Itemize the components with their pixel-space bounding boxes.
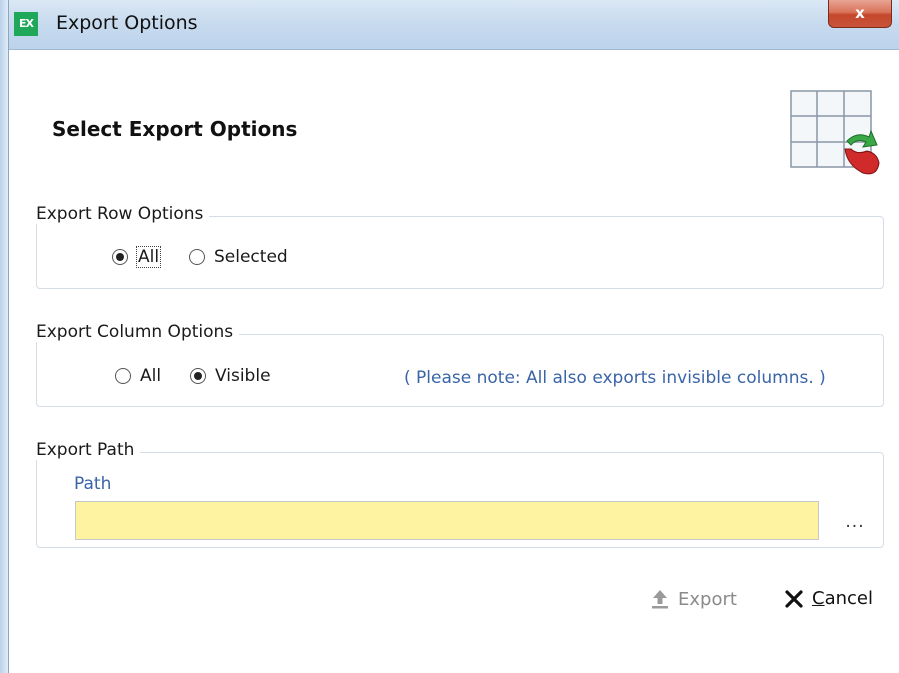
column-option-all-label: All [140, 366, 162, 386]
window-title: Export Options [56, 12, 198, 34]
title-bar[interactable]: EX Export Options x [0, 0, 899, 50]
column-options-title: Export Column Options [36, 322, 240, 342]
page-title: Select Export Options [52, 117, 298, 141]
browse-button[interactable]: ... [840, 512, 870, 536]
cancel-button[interactable]: Cancel [784, 588, 873, 609]
radio-selected-rows[interactable] [189, 249, 205, 265]
export-options-dialog: EX Export Options x Select Export Option… [0, 0, 899, 673]
row-options-group [36, 216, 884, 289]
path-input[interactable] [75, 501, 819, 540]
radio-all-columns[interactable] [115, 368, 131, 384]
cancel-button-label: Cancel [812, 588, 873, 609]
path-label: Path [74, 474, 112, 494]
row-option-selected[interactable]: Selected [189, 247, 288, 267]
row-option-all-label: All [135, 246, 162, 268]
close-icon: x [855, 4, 865, 22]
window-border [0, 0, 9, 673]
radio-all-rows[interactable] [112, 249, 128, 265]
upload-icon [650, 588, 670, 610]
row-option-selected-label: Selected [214, 247, 288, 267]
close-button[interactable]: x [828, 0, 892, 28]
close-icon [784, 589, 804, 609]
radio-visible-columns[interactable] [190, 368, 206, 384]
export-path-title: Export Path [36, 440, 141, 460]
columns-note: ( Please note: All also exports invisibl… [404, 368, 826, 388]
column-option-all[interactable]: All [115, 366, 161, 386]
row-option-all[interactable]: All [112, 246, 162, 268]
table-export-icon [790, 90, 880, 175]
export-button[interactable]: Export [650, 588, 737, 610]
column-option-visible-label: Visible [215, 366, 271, 386]
row-options-title: Export Row Options [36, 204, 210, 224]
app-icon: EX [14, 12, 38, 36]
export-button-label: Export [678, 588, 737, 610]
column-option-visible[interactable]: Visible [190, 366, 271, 386]
